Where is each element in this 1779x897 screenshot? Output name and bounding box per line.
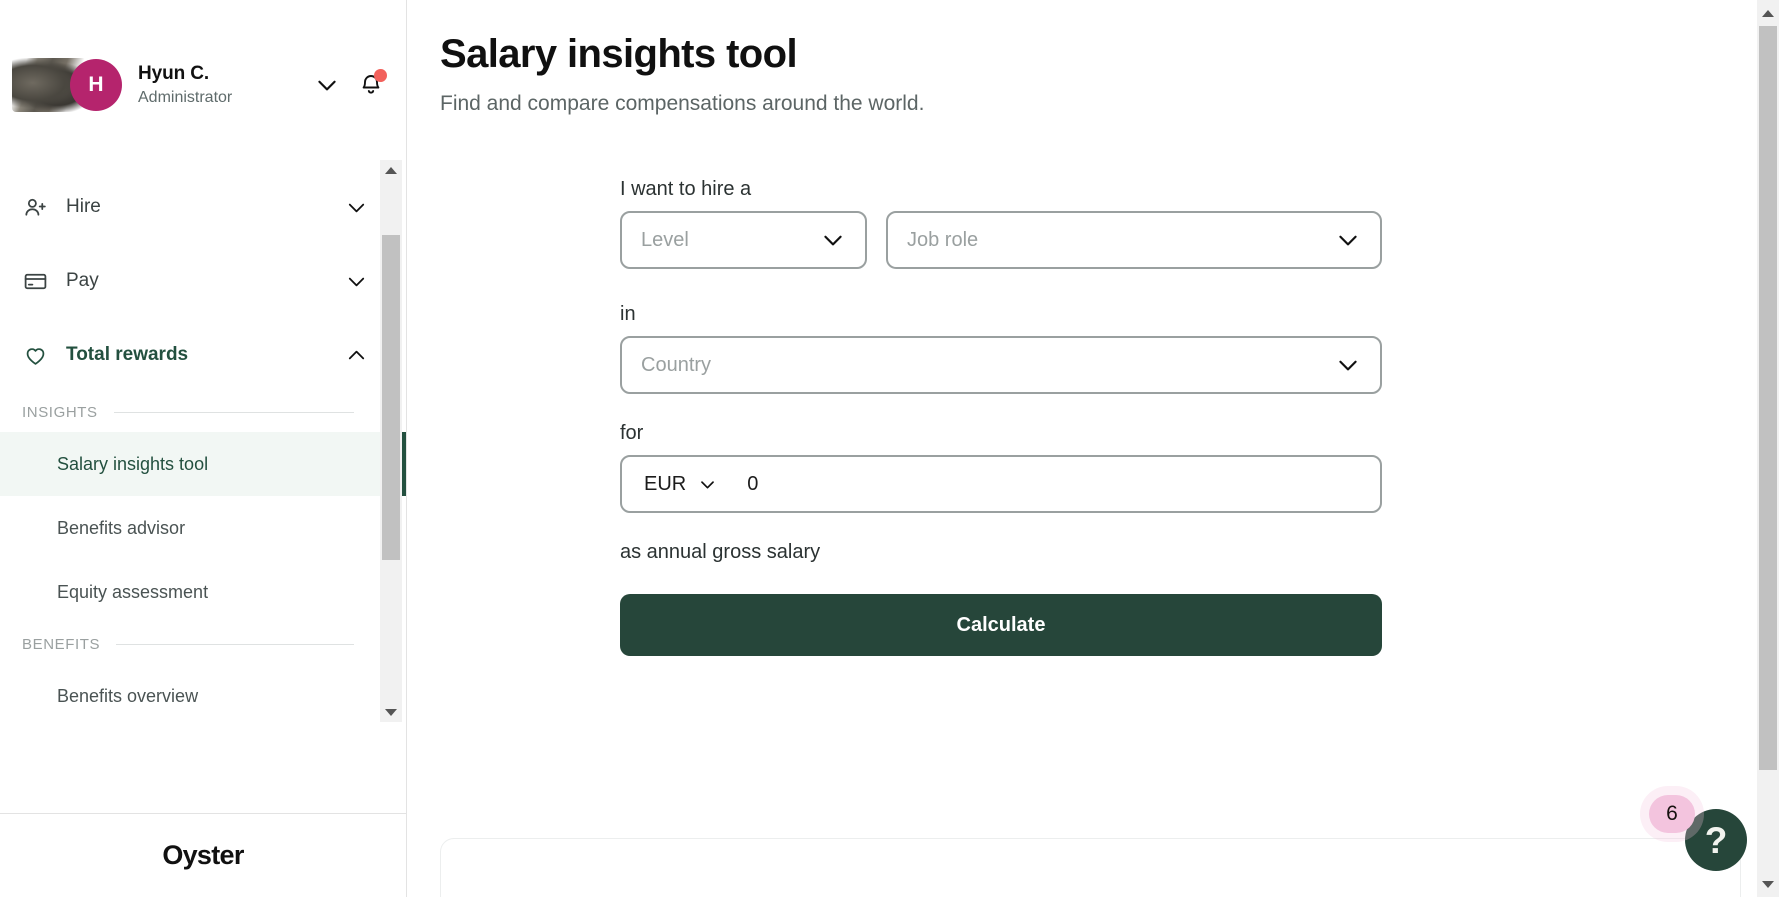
sidebar-nav: Hire Pay Total rewards INSIGHTS Salary i…: [0, 170, 406, 728]
row-level-role: Level Job role: [620, 211, 1382, 269]
scroll-up-arrow-icon[interactable]: [380, 160, 402, 180]
sidebar-group-pay[interactable]: Pay: [0, 244, 406, 318]
page-title: Salary insights tool: [440, 32, 798, 76]
sidebar-group-hire[interactable]: Hire: [0, 170, 406, 244]
label-as-annual-gross-salary: as annual gross salary: [620, 541, 821, 563]
avatar: H: [70, 59, 122, 111]
oyster-logo: Oyster: [162, 840, 244, 870]
chevron-down-icon: [698, 475, 717, 494]
window-scrollbar[interactable]: [1757, 0, 1779, 897]
chevron-up-icon: [344, 343, 368, 367]
salary-amount-field[interactable]: EUR 0: [620, 455, 1382, 513]
window-scrollbar-thumb[interactable]: [1759, 26, 1777, 770]
user-add-icon: [22, 194, 48, 220]
currency-select[interactable]: EUR: [644, 473, 717, 496]
main-content: Salary insights tool Find and compare co…: [407, 0, 1779, 897]
sidebar-item-benefits-advisor[interactable]: Benefits advisor: [0, 496, 406, 560]
sidebar-item-label: Benefits advisor: [57, 517, 186, 538]
sidebar-item-salary-insights-tool[interactable]: Salary insights tool: [0, 432, 406, 496]
salary-form: I want to hire a Level Job role in Count…: [620, 178, 1382, 656]
page-subtitle: Find and compare compensations around th…: [440, 92, 925, 115]
user-meta: Hyun C. Administrator: [138, 62, 232, 109]
job-role-select-value: Job role: [907, 228, 979, 251]
sidebar-group-label: Pay: [66, 270, 99, 291]
help-widget: 6 ?: [1649, 795, 1747, 871]
divider: [116, 643, 354, 645]
sidebar-group-label: Hire: [66, 196, 101, 217]
country-select[interactable]: Country: [620, 336, 1382, 394]
currency-select-value: EUR: [644, 472, 687, 495]
credit-card-icon: [22, 268, 48, 294]
sidebar-item-label: Salary insights tool: [57, 453, 209, 474]
scroll-up-arrow-icon[interactable]: [1757, 0, 1779, 26]
sidebar-item-benefits-overview[interactable]: Benefits overview: [0, 664, 406, 728]
level-select[interactable]: Level: [620, 211, 867, 269]
label-i-want-to-hire-a: I want to hire a: [620, 178, 752, 200]
sidebar: H Hyun C. Administrator Hire Pay Total r…: [0, 0, 407, 897]
chevron-down-icon: [820, 227, 846, 253]
app-root: H Hyun C. Administrator Hire Pay Total r…: [0, 0, 1779, 897]
scroll-down-arrow-icon[interactable]: [380, 702, 402, 722]
notification-indicator-dot: [374, 69, 387, 82]
chevron-down-icon: [1335, 352, 1361, 378]
country-select-value: Country: [641, 353, 712, 376]
sidebar-user-header: H Hyun C. Administrator: [0, 0, 406, 170]
sidebar-item-label: Equity assessment: [57, 581, 209, 602]
sidebar-scrollbar[interactable]: [380, 160, 402, 722]
label-in: in: [620, 303, 636, 325]
sidebar-footer: Oyster: [0, 813, 406, 897]
section-title: INSIGHTS: [22, 403, 98, 421]
chevron-down-icon: [344, 269, 368, 293]
calculate-button[interactable]: Calculate: [620, 594, 1382, 656]
salary-amount-input[interactable]: 0: [747, 473, 758, 496]
level-select-value: Level: [641, 228, 689, 251]
results-card: [440, 838, 1741, 897]
chevron-down-icon: [1335, 227, 1361, 253]
help-unread-badge[interactable]: 6: [1649, 795, 1695, 833]
sidebar-group-label: Total rewards: [66, 344, 189, 365]
heart-icon: [22, 342, 48, 368]
sidebar-section-benefits: BENEFITS: [0, 624, 406, 664]
user-role: Administrator: [138, 89, 233, 107]
sidebar-item-equity-assessment[interactable]: Equity assessment: [0, 560, 406, 624]
user-name: Hyun C.: [138, 62, 210, 84]
section-title: BENEFITS: [22, 635, 101, 653]
sidebar-section-insights: INSIGHTS: [0, 392, 406, 432]
label-for: for: [620, 422, 644, 444]
job-role-select[interactable]: Job role: [886, 211, 1382, 269]
divider: [113, 411, 354, 413]
sidebar-nav-scroll-region: Hire Pay Total rewards INSIGHTS Salary i…: [0, 170, 406, 813]
scroll-down-arrow-icon[interactable]: [1757, 871, 1779, 897]
notifications-bell-icon[interactable]: [354, 68, 388, 102]
main-padding: Salary insights tool Find and compare co…: [407, 0, 1779, 656]
sidebar-scrollbar-thumb[interactable]: [382, 235, 400, 560]
sidebar-item-label: Benefits overview: [57, 685, 199, 706]
chevron-down-icon: [344, 195, 368, 219]
sidebar-group-total-rewards[interactable]: Total rewards: [0, 318, 406, 392]
user-menu-chevron-down-icon[interactable]: [312, 70, 342, 100]
